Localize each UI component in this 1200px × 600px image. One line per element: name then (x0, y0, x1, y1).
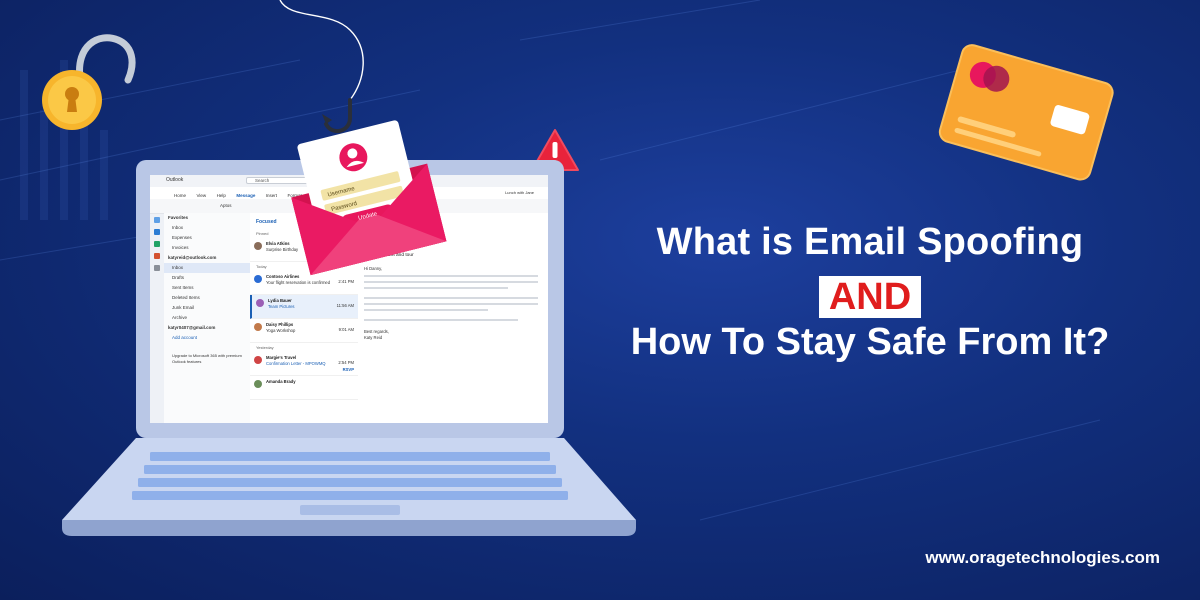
list-item[interactable]: Daisy Phillips Yoga Workshop 9:01 AM (250, 319, 358, 343)
reading-signoff: Best regards, (364, 329, 389, 334)
message-time: 2:54 PM (338, 360, 354, 365)
outlook-app-name: Outlook (166, 177, 184, 183)
folder-expenses[interactable]: Expenses (164, 233, 250, 243)
and-highlight: AND (818, 276, 922, 318)
headline-line3: How To Stay Safe From It? (630, 321, 1110, 363)
folder-sent[interactable]: Sent Items (164, 283, 250, 293)
folder-inbox[interactable]: Inbox (164, 263, 250, 273)
website-url[interactable]: www.oragetechnologies.com (925, 548, 1160, 568)
yesterday-label: Yesterday (256, 345, 274, 350)
folder-junk[interactable]: Junk Email (164, 303, 250, 313)
font-selector[interactable]: Aptos (220, 203, 232, 208)
account-gmail-header[interactable]: katyr0407@gmail.com (164, 323, 250, 333)
lunch-note: Lunch with Jane (505, 190, 534, 195)
message-time: 9:01 AM (338, 327, 354, 332)
envelope-icon: Username Password Update (291, 120, 447, 276)
reading-signname: Katy Reid (364, 335, 383, 340)
avatar (254, 323, 262, 331)
avatar (256, 299, 264, 307)
folder-invoices[interactable]: Invoices (164, 243, 250, 253)
folder-inbox-fav[interactable]: Inbox (164, 223, 250, 233)
avatar (254, 242, 262, 250)
rsvp-button[interactable]: RSVP (343, 367, 354, 373)
add-account-link[interactable]: Add account (164, 333, 250, 343)
folder-archive[interactable]: Archive (164, 313, 250, 323)
folder-deleted[interactable]: Deleted Items (164, 293, 250, 303)
folder-favorites-header[interactable]: Favorites (164, 213, 250, 223)
list-item[interactable]: Lydia Bauer Team Pictures 11:56 AM (250, 295, 358, 319)
people-icon[interactable] (154, 217, 160, 223)
avatar (254, 275, 262, 283)
avatar (254, 380, 262, 388)
folder-pane: Favorites Inbox Expenses Invoices katyre… (164, 213, 251, 423)
headline-and: AND (828, 276, 912, 318)
apps-icon[interactable] (154, 265, 160, 271)
headline-line1: What is Email Spoofing (656, 221, 1084, 263)
powerpoint-icon[interactable] (154, 253, 160, 259)
list-item[interactable]: Amanda Brady (250, 376, 358, 400)
account-outlook-header[interactable]: katyreid@outlook.com (164, 253, 250, 263)
sender-name: Amanda Brady (266, 379, 296, 384)
list-item[interactable]: Margie's Travel Confirmation Letter - MP… (250, 352, 358, 376)
avatar (254, 356, 262, 364)
excel-icon[interactable] (154, 241, 160, 247)
headline: What is Email Spoofing AND How To Stay S… (560, 220, 1180, 364)
outlook-app-rail (150, 187, 164, 423)
message-time: 11:56 AM (336, 303, 354, 308)
folder-drafts[interactable]: Drafts (164, 273, 250, 283)
word-icon[interactable] (154, 229, 160, 235)
upgrade-note[interactable]: Upgrade to Microsoft 365 with premium Ou… (164, 353, 250, 365)
